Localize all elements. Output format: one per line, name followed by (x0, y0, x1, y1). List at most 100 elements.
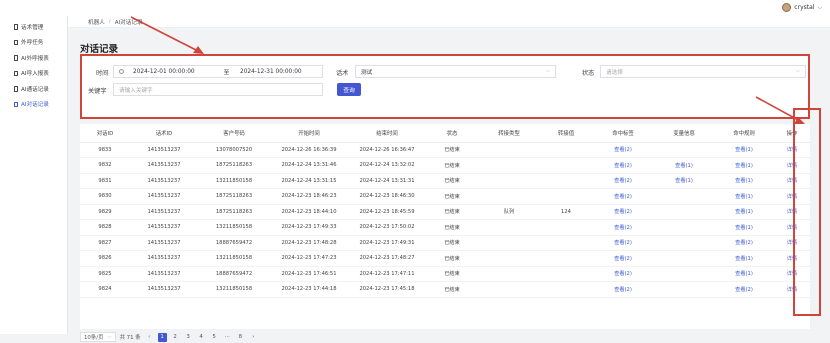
view-link[interactable]: 查看(2) (592, 157, 654, 174)
view-link[interactable]: 查看(1) (714, 250, 774, 267)
table-cell: 2024-12-26 16:36:47 (348, 142, 426, 158)
table-row: 9832 1413513237 18725118263 2024-12-24 13:3… (80, 157, 810, 174)
user-menu[interactable]: crystal ⌵ (782, 3, 822, 12)
sidebar-item-label: AI外呼报表 (21, 55, 49, 62)
table-cell: 已结束 (426, 266, 478, 282)
view-link[interactable]: 查看(1) (714, 157, 774, 174)
sidebar-item-label: 外呼任务 (21, 40, 44, 47)
table-cell (654, 281, 714, 298)
pagination: 10条/页 ⌵ 共 71 条 ‹ 1 2 3 4 5 ··· 8 › (80, 331, 258, 343)
breadcrumb-item-robot[interactable]: 机器人 (88, 18, 105, 26)
time-label: 时间 (96, 70, 109, 77)
table-row: 9824 1413513237 13211850158 2024-12-23 17:4… (80, 281, 810, 298)
table-cell: 2024-12-23 17:48:27 (348, 250, 426, 267)
view-link[interactable]: 查看(2) (592, 219, 654, 236)
table-cell (654, 250, 714, 267)
table-cell: 9827 (80, 235, 130, 251)
view-link[interactable]: 查看(1) (714, 266, 774, 282)
sidebar-item[interactable]: AI通话记录 (0, 81, 67, 97)
table-cell: 2024-12-24 13:32:02 (348, 157, 426, 174)
script-select[interactable]: 测试 ⌵ (355, 65, 556, 78)
view-link[interactable]: 查看(1) (654, 173, 714, 189)
filter-panel: 时间 2024-12-01 00:00:00 至 2024-12-31 00:0… (80, 54, 810, 119)
view-link[interactable]: 查看(1) (714, 173, 774, 189)
view-link[interactable]: 查看(2) (592, 173, 654, 189)
table-cell: 13211850158 (198, 250, 270, 267)
column-header: 转接类型 (478, 124, 540, 143)
table-cell: 124 (540, 204, 592, 220)
view-link[interactable]: 查看(2) (592, 142, 654, 158)
sidebar-item[interactable]: 外呼任务 (0, 35, 67, 51)
table-row: 9829 1413513237 18725118263 2024-12-23 18:4… (80, 204, 810, 220)
table-cell: 1413513237 (130, 219, 198, 236)
table-cell (540, 250, 592, 267)
records-table: 对话ID 话术ID 客户号码 开始时间 结束时间 状态 转接类型 转接值 命中标签 变量信息 命中规… (80, 124, 810, 329)
view-link[interactable]: 查看(1) (714, 142, 774, 158)
top-bar: crystal ⌵ (0, 0, 830, 16)
table-cell: 1413513237 (130, 204, 198, 220)
table-cell: 已结束 (426, 219, 478, 236)
start-date-value[interactable]: 2024-12-01 00:00:00 (133, 69, 213, 75)
view-link[interactable]: 查看(1) (654, 157, 714, 174)
table-header-row: 对话ID 话术ID 客户号码 开始时间 结束时间 状态 转接类型 转接值 命中标签 变量信息 命中规… (80, 124, 810, 143)
chevron-down-icon: ⌵ (545, 68, 550, 74)
sidebar-item-label: AI通话记录 (21, 86, 49, 93)
status-select[interactable]: 请选择 ⌵ (600, 65, 806, 78)
breadcrumb: 机器人 / AI对话记录 (68, 16, 830, 28)
table-cell (540, 235, 592, 251)
sidebar-item-label: AI呼入报表 (21, 71, 49, 78)
view-link[interactable]: 查看(2) (592, 188, 654, 205)
table-cell: 已结束 (426, 281, 478, 298)
script-select-value: 测试 (361, 69, 373, 76)
table-row: 9831 1413513237 13211850158 2024-12-24 13:3… (80, 173, 810, 189)
view-link[interactable]: 查看(1) (714, 188, 774, 205)
operation-column-highlight (793, 108, 821, 316)
table-cell: 2024-12-24 13:31:46 (270, 157, 348, 174)
table-cell (540, 266, 592, 282)
search-button[interactable]: 查询 (337, 83, 361, 96)
sidebar-item[interactable]: 话术管理 (0, 19, 67, 35)
date-range-picker[interactable]: 2024-12-01 00:00:00 至 2024-12-31 00:00:0… (113, 65, 323, 78)
total-count: 共 71 条 (119, 335, 141, 341)
sidebar-item[interactable]: AI外呼报表 (0, 50, 67, 66)
table-cell: 2024-12-23 17:47:11 (348, 266, 426, 282)
table-cell: 已结束 (426, 142, 478, 158)
table-cell: 13211850158 (198, 173, 270, 189)
page-size-value: 10条/页 (84, 335, 104, 341)
view-link[interactable]: 查看(2) (592, 266, 654, 282)
view-link[interactable]: 查看(2) (714, 281, 774, 298)
view-link[interactable]: 查看(2) (592, 250, 654, 267)
table-cell (654, 188, 714, 205)
table-cell: 13211850158 (198, 281, 270, 298)
table-cell: 2024-12-23 17:45:18 (348, 281, 426, 298)
view-link[interactable]: 查看(1) (714, 204, 774, 220)
view-link[interactable]: 查看(2) (714, 235, 774, 251)
document-icon (14, 39, 18, 45)
view-link[interactable]: 查看(2) (592, 204, 654, 220)
table-cell: 2024-12-23 17:49:31 (348, 235, 426, 251)
main-content: 机器人 / AI对话记录 对话记录 时间 2024-12-01 00:00:00… (68, 16, 830, 342)
table-cell: 9824 (80, 281, 130, 298)
view-link[interactable]: 查看(1) (714, 219, 774, 236)
sidebar-item-label: 话术管理 (21, 24, 44, 31)
table-cell: 1413513237 (130, 250, 198, 267)
table-cell: 18887659472 (198, 235, 270, 251)
chevron-down-icon: ⌵ (107, 333, 112, 340)
chevron-down-icon: ⌵ (817, 3, 822, 11)
table-cell: 18725118263 (198, 204, 270, 220)
sidebar-item[interactable]: AI对话记录 (0, 97, 67, 113)
table-cell (478, 266, 540, 282)
view-link[interactable]: 查看(2) (592, 235, 654, 251)
table-cell: 2024-12-23 17:50:02 (348, 219, 426, 236)
end-date-value[interactable]: 2024-12-31 00:00:00 (240, 69, 302, 75)
table-cell: 已结束 (426, 173, 478, 189)
table-cell: 13211850158 (198, 219, 270, 236)
table-cell: 13078007520 (198, 142, 270, 158)
table-cell: 1413513237 (130, 173, 198, 189)
table-cell: 9833 (80, 142, 130, 158)
keyword-input[interactable]: 请输入关键字 (113, 83, 323, 96)
column-header: 结束时间 (348, 124, 426, 143)
table-cell: 已结束 (426, 204, 478, 220)
view-link[interactable]: 查看(2) (592, 281, 654, 298)
sidebar-item[interactable]: AI呼入报表 (0, 66, 67, 82)
